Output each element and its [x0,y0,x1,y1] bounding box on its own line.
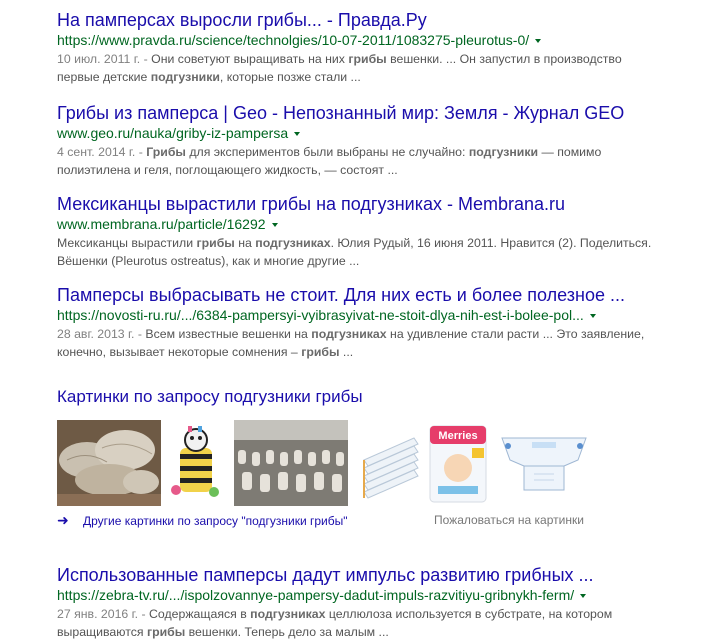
merries-pack-thumb[interactable]: Merries [424,420,491,506]
highlighted-term: грибы [146,625,186,639]
snippet-text: Содержащаяся в [149,607,251,621]
result-title-link[interactable]: Памперсы выбрасывать не стоит. Для них е… [57,284,657,306]
mushroom-farm-thumb[interactable] [234,420,348,506]
result-url: https://zebra-tv.ru/.../ispolzovannye-pa… [57,587,657,604]
search-result-1: На памперсах выросли грибы... - Правда.Р… [57,9,657,86]
diaper-stack-thumb[interactable] [358,420,422,506]
result-date: 28 авг. 2013 г. - [57,327,146,341]
chevron-down-icon[interactable] [589,314,596,319]
highlighted-term: подгузники [150,70,220,84]
result-snippet: 27 янв. 2016 г. - Содержащаяся в подгузн… [57,605,657,641]
oyster-mushrooms-thumb[interactable] [57,420,161,506]
result-date: 4 сент. 2014 г. - [57,145,147,159]
highlighted-term: подгузники [468,145,539,159]
result-url-text[interactable]: https://zebra-tv.ru/.../ispolzovannye-pa… [57,587,574,603]
highlighted-term: грибы [301,345,340,359]
snippet-text: ... [339,345,354,359]
search-result-4: Памперсы выбрасывать не стоит. Для них е… [57,284,657,361]
result-snippet: 10 июл. 2011 г. - Они советуют выращиват… [57,50,657,86]
result-url: https://novosti-ru.ru/.../6384-pampersyi… [57,307,657,324]
snippet-text: Всем известные вешенки на [145,327,312,341]
result-url: www.geo.ru/nauka/griby-iz-pampersa [57,125,657,142]
highlighted-term: грибы [348,52,387,66]
result-title-link[interactable]: Использованные памперсы дадут импульс ра… [57,564,657,586]
chevron-down-icon[interactable] [294,132,301,137]
highlighted-term: грибы [196,236,235,250]
open-diaper-thumb[interactable] [494,420,594,506]
result-title-link[interactable]: Мексиканцы вырастили грибы на подгузника… [57,193,657,215]
snippet-text: вешенки. Теперь дело за малым ... [185,625,389,639]
more-images-link[interactable]: ➜ Другие картинки по запросу "подгузники … [57,512,348,529]
result-url-text[interactable]: www.geo.ru/nauka/griby-iz-pampersa [57,125,288,141]
result-url-text[interactable]: https://www.pravda.ru/science/technolgie… [57,32,529,48]
result-date: 10 июл. 2011 г. - [57,52,152,66]
result-url-text[interactable]: https://novosti-ru.ru/.../6384-pampersyi… [57,307,584,323]
zebra-toy-thumb[interactable] [166,420,223,506]
result-title-link[interactable]: Грибы из памперса | Geo - Непознанный ми… [57,102,657,124]
image-results-heading[interactable]: Картинки по запросу подгузники грибы [57,386,677,408]
chevron-down-icon[interactable] [535,39,542,44]
chevron-down-icon[interactable] [580,594,587,599]
snippet-text: для экспериментов были выбраны не случай… [185,145,469,159]
highlighted-term: Грибы [146,145,186,159]
search-result-3: Мексиканцы вырастили грибы на подгузника… [57,193,657,270]
snippet-text: на [234,236,256,250]
search-result-5: Использованные памперсы дадут импульс ра… [57,564,657,641]
snippet-text: Они советуют выращивать на них [151,52,349,66]
image-thumbnails-row: Merries [57,420,677,506]
snippet-text: Мексиканцы вырастили [57,236,197,250]
svg-text:Merries: Merries [438,430,477,442]
arrow-right-icon: ➜ [57,512,69,528]
report-images-link[interactable]: Пожаловаться на картинки [434,513,584,527]
search-result-2: Грибы из памперса | Geo - Непознанный ми… [57,102,657,179]
highlighted-term: подгузниках [311,327,387,341]
result-snippet: Мексиканцы вырастили грибы на подгузника… [57,234,657,270]
result-url: https://www.pravda.ru/science/technolgie… [57,32,657,49]
chevron-down-icon[interactable] [271,223,278,228]
highlighted-term: подгузниках [255,236,331,250]
image-results-block: Картинки по запросу подгузники грибы Mer… [57,386,677,528]
result-title-link[interactable]: На памперсах выросли грибы... - Правда.Р… [57,9,657,31]
highlighted-term: подгузниках [250,607,326,621]
result-url-text[interactable]: www.membrana.ru/particle/16292 [57,216,266,232]
result-url: www.membrana.ru/particle/16292 [57,216,657,233]
snippet-text: , которые позже стали ... [219,70,361,84]
result-snippet: 4 сент. 2014 г. - Грибы для эксперименто… [57,143,657,179]
result-snippet: 28 авг. 2013 г. - Всем известные вешенки… [57,325,657,361]
more-images-label: Другие картинки по запросу "подгузники г… [83,514,348,528]
result-date: 27 янв. 2016 г. - [57,607,150,621]
